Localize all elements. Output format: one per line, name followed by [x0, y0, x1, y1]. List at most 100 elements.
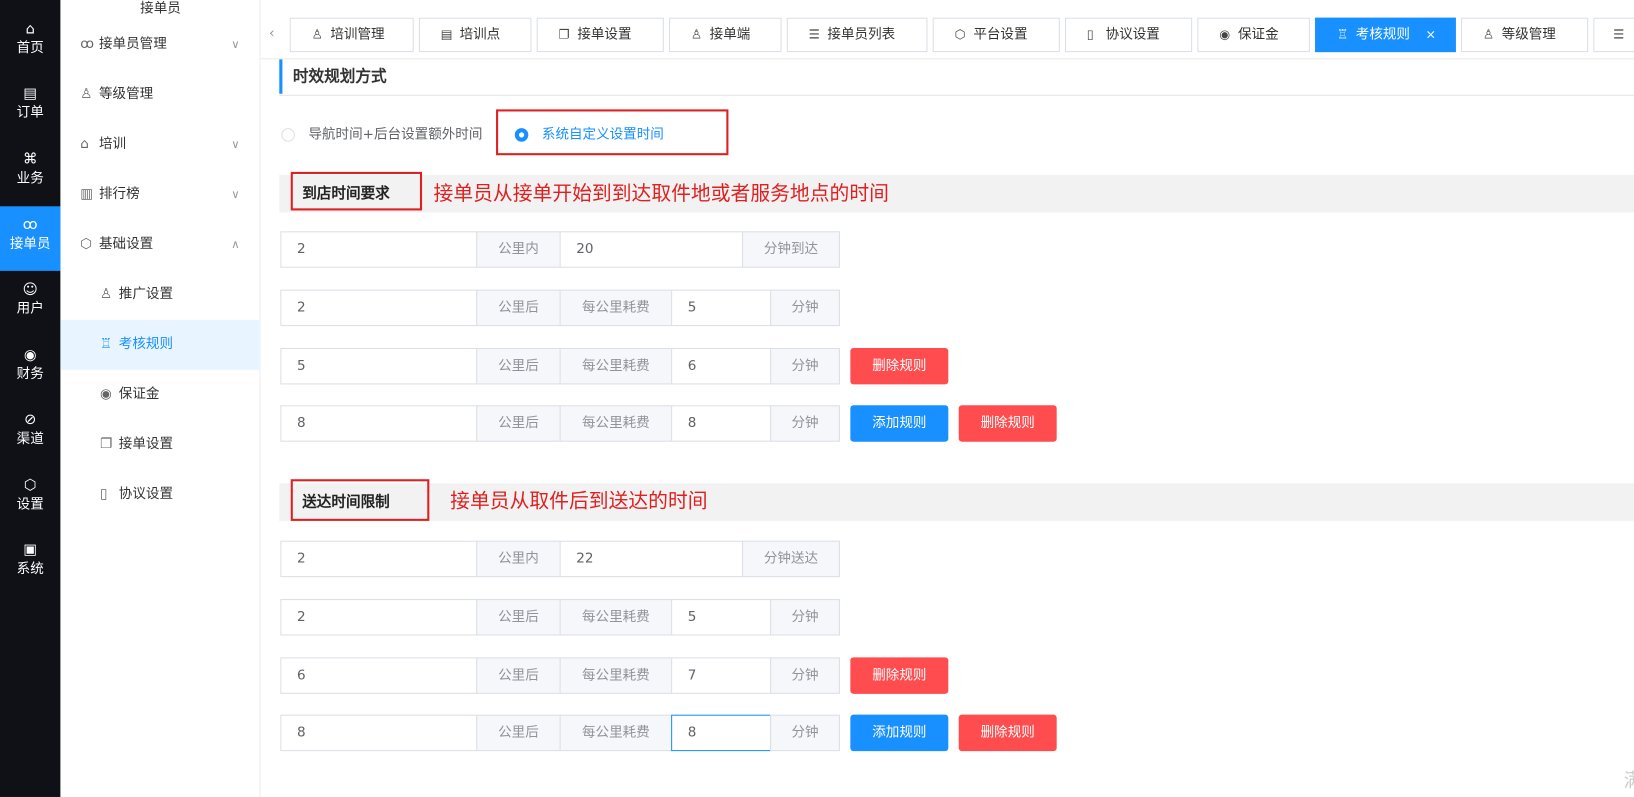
minutes-input[interactable]: 22: [559, 540, 744, 578]
tab-9[interactable]: ♙ 等级管理: [1461, 17, 1589, 53]
sidebar-item-label: 等级管理: [98, 86, 154, 103]
rail-item-label: 首页: [16, 40, 44, 57]
distance-input[interactable]: 2: [280, 599, 478, 636]
distance-input[interactable]: 8: [280, 405, 478, 442]
minutes-input[interactable]: 8: [671, 405, 772, 442]
add-rule-button[interactable]: 添加规则: [850, 714, 949, 752]
distance-input[interactable]: 2: [280, 231, 478, 268]
tab-scroll-left-icon[interactable]: ‹: [269, 25, 275, 42]
sidebar-item-4[interactable]: ⬡ 基础设置 ∧: [60, 220, 260, 270]
sidebar-subitem-2[interactable]: ◉ 保证金: [60, 370, 260, 420]
rail-item-user[interactable]: ☺ 用户: [0, 271, 60, 336]
radio-custom-time[interactable]: 系统自定义设置时间: [514, 124, 713, 147]
highlight-box: [290, 479, 430, 521]
rail-item-label: 系统: [16, 561, 44, 578]
distance-input[interactable]: 6: [280, 657, 478, 694]
minutes-unit-label: 分钟送达: [741, 540, 840, 578]
radio-label: 导航时间+后台设置额外时间: [308, 127, 483, 143]
rail-item-channel[interactable]: ⊘ 渠道: [0, 401, 60, 466]
sidebar-subitem-1[interactable]: ♖ 考核规则: [60, 319, 261, 370]
tab-label: 平台设置: [973, 27, 1028, 43]
per-km-label: 每公里耗费: [559, 714, 673, 752]
tab-7[interactable]: ◉ 保证金: [1197, 17, 1310, 53]
distance-after-label: 公里后: [476, 714, 561, 752]
sidebar-item-0[interactable]: ꝏ 接单员管理 ∨: [60, 20, 260, 70]
arrival-rule-row: 8 公里后 每公里耗费 8 分钟 添加规则 删除规则: [280, 405, 1322, 442]
rail-item-label: 订单: [16, 105, 44, 121]
sidebar-item-2[interactable]: ⌂ 培训 ∨: [60, 120, 260, 170]
tab-1[interactable]: ▤ 培训点: [418, 17, 532, 53]
training-icon: ⌂: [80, 136, 89, 153]
rail-item-order[interactable]: ▤ 订单: [0, 75, 60, 140]
rail-item-finance[interactable]: ◉ 财务: [0, 337, 60, 402]
rail-item-system[interactable]: ▣ 系统: [0, 531, 60, 596]
minutes-input[interactable]: 20: [559, 231, 744, 268]
delete-rule-button[interactable]: 删除规则: [850, 347, 949, 385]
rail-item-home[interactable]: ⌂ 首页: [0, 10, 60, 75]
radio-navigation-time[interactable]: 导航时间+后台设置额外时间: [281, 124, 489, 147]
chevron-icon: ∨: [231, 187, 240, 202]
sidebar-subitem-3[interactable]: ❐ 接单设置: [60, 420, 260, 470]
agreement-icon: ▯: [100, 486, 108, 503]
distance-after-label: 公里后: [476, 405, 561, 442]
radio-button[interactable]: [281, 128, 295, 142]
sidebar-item-label: 基础设置: [98, 236, 154, 253]
sidebar-item-label: 考核规则: [118, 336, 174, 353]
main-nav-rail: ⌂ 首页 ▤ 订单 ⌘ 业务 ꝏ 接单员 ☺ 用户 ◉ 财务 ⊘ 渠道 ⬡ 设置 ▣ 系统: [0, 0, 61, 797]
tab-label: 接单设置: [577, 27, 632, 43]
tab-label: 保证金: [1238, 27, 1279, 43]
delete-rule-button[interactable]: 删除规则: [958, 714, 1057, 752]
tab-label: 考核规则: [1355, 27, 1410, 43]
distance-after-label: 公里后: [476, 599, 561, 636]
tab-5[interactable]: ⬡ 平台设置: [932, 17, 1060, 53]
tab-bar: ‹ ♙ 培训管理 ▤ 培训点 ❐ 接单设置 ♙ 接单端 ☰ 接单员列表 ⬡ 平台设置 ▯ 协议设置 ◉ 保证金…: [260, 0, 1634, 60]
tab-0[interactable]: ♙ 培训管理: [289, 17, 414, 53]
tab-8[interactable]: ♖ 考核规则 ×: [1315, 17, 1456, 53]
tab-2[interactable]: ❐ 接单设置: [536, 17, 664, 53]
tab-6[interactable]: ▯ 协议设置: [1065, 17, 1193, 53]
arrival-annotation: 接单员从接单开始到到达取件地或者服务地点的时间: [433, 182, 889, 206]
rail-item-label: 接单员: [9, 236, 51, 253]
tab-3[interactable]: ♙ 接单端: [669, 17, 782, 53]
minutes-input[interactable]: 5: [671, 599, 772, 636]
radio-button-selected[interactable]: [514, 128, 529, 142]
tab-10[interactable]: ☰: [1593, 17, 1634, 53]
main-content: 时效规划方式 导航时间+后台设置额外时间 系统自定义设置时间 到店时间要求 接单…: [260, 59, 1634, 797]
user-icon: ♙: [311, 27, 323, 42]
order-settings-icon: ❐: [100, 436, 113, 453]
distance-input[interactable]: 2: [280, 540, 478, 578]
close-icon[interactable]: ×: [1426, 19, 1436, 51]
sidebar-item-3[interactable]: ▥ 排行榜 ∨: [60, 170, 260, 220]
distance-input[interactable]: 5: [280, 347, 478, 385]
distance-input[interactable]: 8: [280, 714, 478, 752]
sidebar-item-label: 推广设置: [118, 286, 174, 303]
deposit-icon: ◉: [100, 386, 112, 403]
rail-item-label: 业务: [16, 170, 44, 187]
minutes-input[interactable]: 7: [671, 657, 772, 694]
minutes-unit-label: 分钟: [770, 714, 840, 752]
add-rule-button[interactable]: 添加规则: [850, 405, 949, 442]
minutes-input[interactable]: 8: [671, 714, 772, 752]
copy-icon: ❐: [558, 27, 570, 42]
rail-item-settings[interactable]: ⬡ 设置: [0, 467, 60, 532]
edge-watermark: 满: [1624, 766, 1634, 793]
sidebar-subitem-4[interactable]: ▯ 协议设置: [60, 470, 260, 520]
sidebar-item-1[interactable]: ♙ 等级管理: [60, 70, 260, 120]
rail-item-bike[interactable]: ꝏ 接单员: [0, 206, 61, 271]
sidebar-item-label: 协议设置: [118, 486, 174, 503]
tab-4[interactable]: ☰ 接单员列表: [786, 17, 928, 53]
minutes-input[interactable]: 6: [671, 347, 772, 385]
minutes-input[interactable]: 5: [671, 289, 772, 327]
rail-item-label: 设置: [16, 496, 44, 513]
section-divider: [279, 94, 1634, 96]
delivery-rule-row: 8 公里后 每公里耗费 8 分钟 添加规则 删除规则: [280, 714, 1322, 752]
per-km-label: 每公里耗费: [559, 347, 673, 385]
distance-after-label: 公里后: [476, 347, 561, 385]
delete-rule-button[interactable]: 删除规则: [958, 405, 1057, 442]
sidebar-item-label: 接单设置: [118, 436, 174, 453]
rail-item-business[interactable]: ⌘ 业务: [0, 141, 60, 206]
distance-input[interactable]: 2: [280, 289, 478, 327]
delete-rule-button[interactable]: 删除规则: [850, 657, 949, 694]
sidebar-subitem-0[interactable]: ♙ 推广设置: [60, 270, 260, 320]
list-doc-icon: ▤: [440, 27, 453, 42]
